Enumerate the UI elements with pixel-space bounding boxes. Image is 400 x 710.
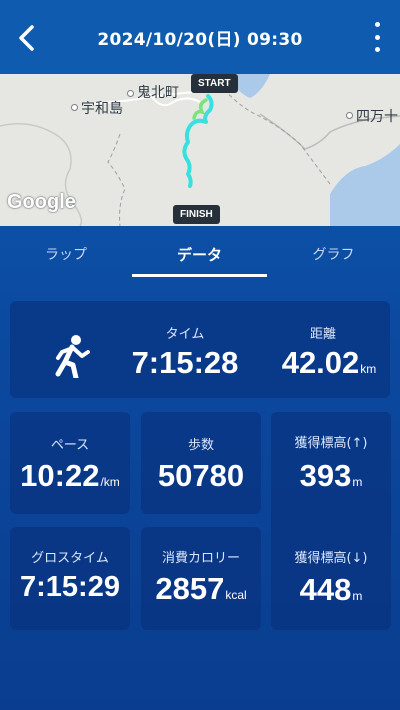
distance-unit: km (360, 362, 377, 376)
top-app-bar: 2024/10/20(日) 09:30 (0, 0, 400, 74)
back-arrow-icon (19, 25, 34, 51)
pace-unit: /km (100, 475, 120, 489)
pace-card: ペース 10:22/km (10, 412, 130, 514)
tab-bar: ラップ データ グラフ (0, 226, 400, 286)
steps-value: 50780 (157, 458, 245, 493)
elevation-loss-label: 獲得標高(↓) (294, 551, 368, 566)
distance-label: 距離 (309, 327, 336, 342)
tab-graph[interactable]: グラフ (267, 226, 400, 282)
pace-label: ペース (50, 438, 90, 453)
calories-card: 消費カロリー 2857kcal (141, 527, 261, 630)
back-button[interactable] (12, 20, 42, 56)
elevation-gain-value: 393m (299, 458, 363, 493)
calories-value: 2857kcal (155, 571, 247, 606)
calories-unit: kcal (225, 588, 247, 602)
more-menu-button[interactable] (370, 22, 384, 52)
google-logo: Google (7, 191, 76, 213)
time-label: タイム (165, 327, 205, 342)
gross-time-value: 7:15:29 (20, 571, 120, 603)
place-label: 鬼北町 (137, 85, 179, 101)
steps-card: 歩数 50780 (141, 412, 261, 514)
active-tab-indicator (132, 274, 267, 277)
distance-value: 42.02km (281, 345, 377, 380)
time-value: 7:15:28 (131, 345, 239, 380)
place-label: 四万十 (356, 109, 398, 125)
more-vert-icon (374, 22, 380, 27)
gross-time-label: グロスタイム (31, 551, 109, 566)
elevation-loss-value: 448m (299, 572, 363, 607)
pace-value: 10:22/km (20, 458, 120, 493)
town-marker (346, 112, 353, 119)
route-map[interactable]: 鬼北町 宇和島 四万十 START FINISH Google (0, 74, 400, 226)
activity-datetime-title: 2024/10/20(日) 09:30 (97, 29, 303, 50)
summary-card: タイム 7:15:28 距離 42.02km (10, 301, 390, 398)
town-marker (71, 104, 78, 111)
tab-lap[interactable]: ラップ (0, 226, 132, 282)
elevation-gain-unit: m (352, 475, 363, 489)
gross-time-card: グロスタイム 7:15:29 (10, 527, 130, 630)
place-label: 宇和島 (81, 101, 123, 117)
steps-label: 歩数 (187, 438, 214, 453)
finish-marker[interactable]: FINISH (173, 205, 220, 224)
running-person-icon (52, 334, 90, 382)
elevation-card: 獲得標高(↑) 393m 獲得標高(↓) 448m (271, 412, 391, 630)
town-marker (127, 90, 134, 97)
calories-label: 消費カロリー (161, 551, 240, 566)
start-marker[interactable]: START (191, 74, 238, 93)
elevation-loss-unit: m (352, 589, 363, 603)
elevation-gain-label: 獲得標高(↑) (294, 436, 368, 451)
